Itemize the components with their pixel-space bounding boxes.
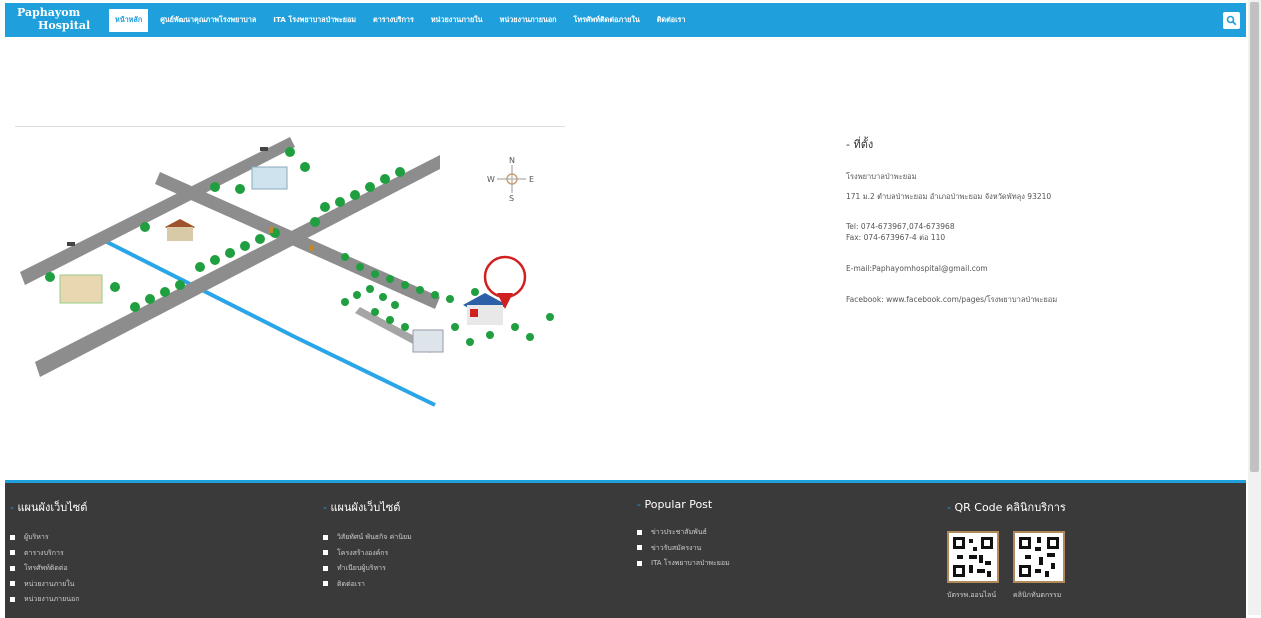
menu-item-external-units[interactable]: หน่วยงานภายนอก — [495, 11, 562, 30]
footer-col-popular: - Popular Post ข่าวประชาสัมพันธ์ ข่าวรับ… — [637, 498, 730, 572]
office-building — [251, 166, 288, 190]
site-logo[interactable]: Paphayom Hospital — [17, 6, 99, 32]
menu-item-internal-phone[interactable]: โทรศัพท์ติดต่อภายใน — [569, 11, 645, 30]
compass-w: W — [487, 175, 495, 184]
scrollbar-thumb[interactable] — [1250, 2, 1259, 472]
search-icon — [1226, 15, 1237, 26]
footer-link[interactable]: ตารางบริการ — [10, 546, 87, 562]
compass: N W E S — [487, 156, 534, 203]
menu-item-ita[interactable]: ITA โรงพยาบาลป่าพะยอม — [268, 11, 361, 30]
footer-link[interactable]: หน่วยงานภายใน — [10, 577, 87, 593]
hospital-name: โรงพยาบาลป่าพะยอม — [846, 172, 917, 181]
hospital-email: E-mail:Paphayomhospital@gmail.com — [846, 264, 988, 273]
qr-code-online-card[interactable] — [947, 531, 999, 583]
compass-n: N — [509, 156, 515, 165]
logo-line-1: Paphayom — [17, 6, 81, 19]
hospital-tel: Tel: 074-673967,074-673968 — [846, 222, 955, 231]
footer-col-sitemap-2: - แผนผังเว็บไซต์ วิสัยทัศน์ พันธกิจ ค่าน… — [323, 498, 412, 592]
footer-col-qr: - QR Code คลินิกบริการ — [947, 498, 1066, 530]
compass-e: E — [529, 175, 534, 184]
qr-code-dental-clinic[interactable] — [1013, 531, 1065, 583]
footer: - แผนผังเว็บไซต์ ผู้บริหาร ตารางบริการ โ… — [5, 480, 1246, 618]
qr-code-icon — [949, 533, 997, 581]
menu-item-quality-center[interactable]: ศูนย์พัฒนาคุณภาพโรงพยาบาล — [155, 11, 261, 30]
footer-heading: - แผนผังเว็บไซต์ — [323, 501, 401, 514]
footer-link[interactable]: ITA โรงพยาบาลป่าพะยอม — [637, 556, 730, 572]
main-menu: หน้าหลัก ศูนย์พัฒนาคุณภาพโรงพยาบาล ITA โ… — [109, 8, 697, 32]
footer-link[interactable]: ข่าวประชาสัมพันธ์ — [637, 525, 730, 541]
school-building — [59, 274, 103, 304]
location-info: - ที่ตั้ง โรงพยาบาลป่าพะยอม 171 ม.2 ตำบล… — [846, 135, 1226, 305]
menu-item-contact[interactable]: ติดต่อเรา — [652, 11, 691, 30]
menu-item-home[interactable]: หน้าหลัก — [109, 8, 149, 32]
footer-heading: - แผนผังเว็บไซต์ — [10, 501, 88, 514]
location-map: N W E S — [20, 137, 554, 407]
footer-link[interactable]: ทำเนียบผู้บริหาร — [323, 561, 412, 577]
logo-line-2: Hospital — [38, 19, 91, 32]
footer-link[interactable]: ข่าวรับสมัครงาน — [637, 541, 730, 557]
footer-link[interactable]: โทรศัพท์ติดต่อ — [10, 561, 87, 577]
compass-s: S — [509, 194, 514, 203]
footer-link[interactable]: ติดต่อเรา — [323, 577, 412, 593]
footer-link[interactable]: ผู้บริหาร — [10, 530, 87, 546]
qr-caption-online-card: บัตรรพ.ออนไลน์ — [947, 591, 997, 599]
footer-link[interactable]: หน่วยงานภายนอก — [10, 592, 87, 608]
search-button[interactable] — [1223, 12, 1240, 29]
menu-item-service-schedule[interactable]: ตารางบริการ — [368, 11, 419, 30]
top-navbar: Paphayom Hospital หน้าหลัก ศูนย์พัฒนาคุณ… — [5, 3, 1246, 37]
qr-code-icon — [1015, 533, 1063, 581]
footer-heading: - Popular Post — [637, 498, 713, 511]
footer-col-sitemap-1: - แผนผังเว็บไซต์ ผู้บริหาร ตารางบริการ โ… — [10, 498, 87, 608]
hospital-facebook: Facebook: www.facebook.com/pages/โรงพยาบ… — [846, 295, 1058, 304]
info-heading: - ที่ตั้ง — [846, 138, 874, 151]
footer-link[interactable]: โครงสร้างองค์กร — [323, 546, 412, 562]
qr-caption-dental-clinic: คลินิกทันตกรรม — [1013, 591, 1062, 599]
hospital-fax: Fax: 074-673967-4 ต่อ 110 — [846, 233, 946, 242]
footer-heading: - QR Code คลินิกบริการ — [947, 501, 1066, 514]
hospital-address: 171 ม.2 ตำบลป่าพะยอม อำเภอป่าพะยอม จังหว… — [846, 192, 1052, 201]
menu-item-internal-units[interactable]: หน่วยงานภายใน — [426, 11, 488, 30]
footer-link[interactable]: วิสัยทัศน์ พันธกิจ ค่านิยม — [323, 530, 412, 546]
clinic-building — [412, 329, 444, 353]
house-building — [165, 219, 195, 241]
